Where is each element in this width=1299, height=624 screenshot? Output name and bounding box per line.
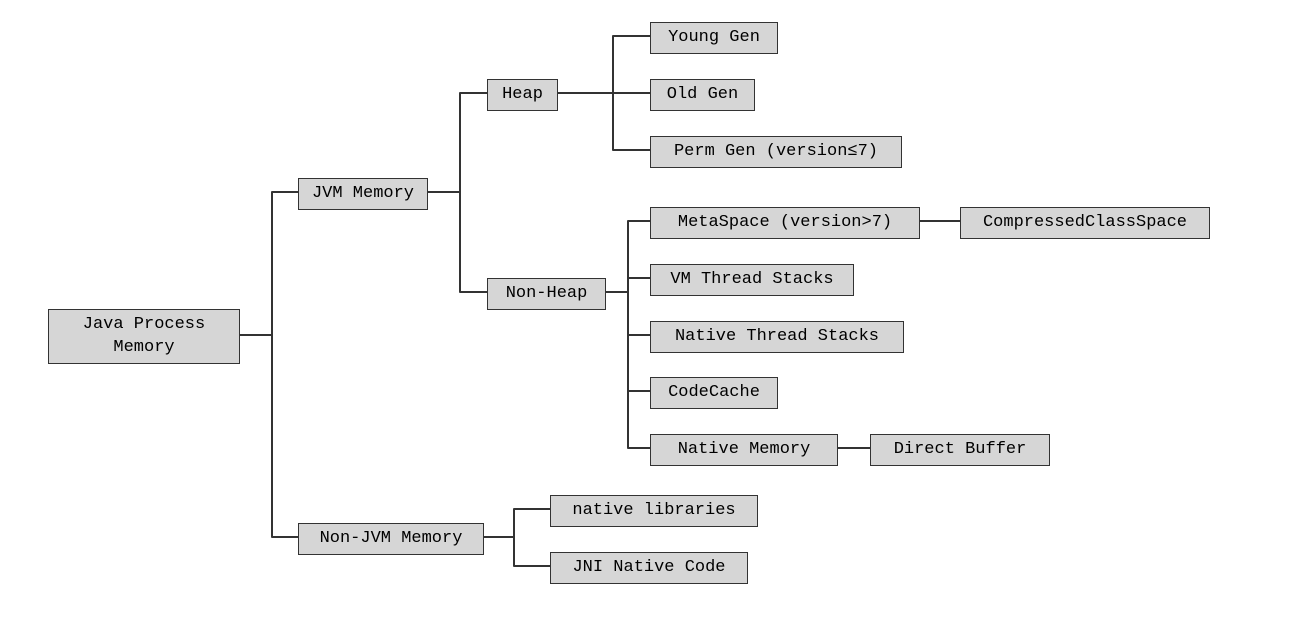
nativelibs-label: native libraries [572, 500, 735, 522]
root-label-1: Java Process [83, 314, 205, 336]
perm-label: Perm Gen (version≤7) [674, 141, 878, 163]
node-old: Old Gen [650, 79, 755, 111]
node-metaspace: MetaSpace (version>7) [650, 207, 920, 239]
node-root: Java Process Memory [48, 309, 240, 364]
node-vmstacks: VM Thread Stacks [650, 264, 854, 296]
compressed-label: CompressedClassSpace [983, 212, 1187, 234]
node-young: Young Gen [650, 22, 778, 54]
node-jvm: JVM Memory [298, 178, 428, 210]
nonheap-label: Non-Heap [506, 283, 588, 305]
jni-label: JNI Native Code [572, 557, 725, 579]
node-codecache: CodeCache [650, 377, 778, 409]
metaspace-label: MetaSpace (version>7) [678, 212, 892, 234]
heap-label: Heap [502, 84, 543, 106]
node-compressed: CompressedClassSpace [960, 207, 1210, 239]
node-nativelibs: native libraries [550, 495, 758, 527]
node-perm: Perm Gen (version≤7) [650, 136, 902, 168]
node-heap: Heap [487, 79, 558, 111]
directbuf-label: Direct Buffer [894, 439, 1027, 461]
young-label: Young Gen [668, 27, 760, 49]
root-label-2: Memory [113, 337, 174, 359]
jvm-label: JVM Memory [312, 183, 414, 205]
vmstacks-label: VM Thread Stacks [670, 269, 833, 291]
codecache-label: CodeCache [668, 382, 760, 404]
nativestacks-label: Native Thread Stacks [675, 326, 879, 348]
node-nativestacks: Native Thread Stacks [650, 321, 904, 353]
node-directbuf: Direct Buffer [870, 434, 1050, 466]
node-nonjvm: Non-JVM Memory [298, 523, 484, 555]
node-nativemem: Native Memory [650, 434, 838, 466]
nonjvm-label: Non-JVM Memory [320, 528, 463, 550]
node-jni: JNI Native Code [550, 552, 748, 584]
nativemem-label: Native Memory [678, 439, 811, 461]
old-label: Old Gen [667, 84, 738, 106]
node-nonheap: Non-Heap [487, 278, 606, 310]
